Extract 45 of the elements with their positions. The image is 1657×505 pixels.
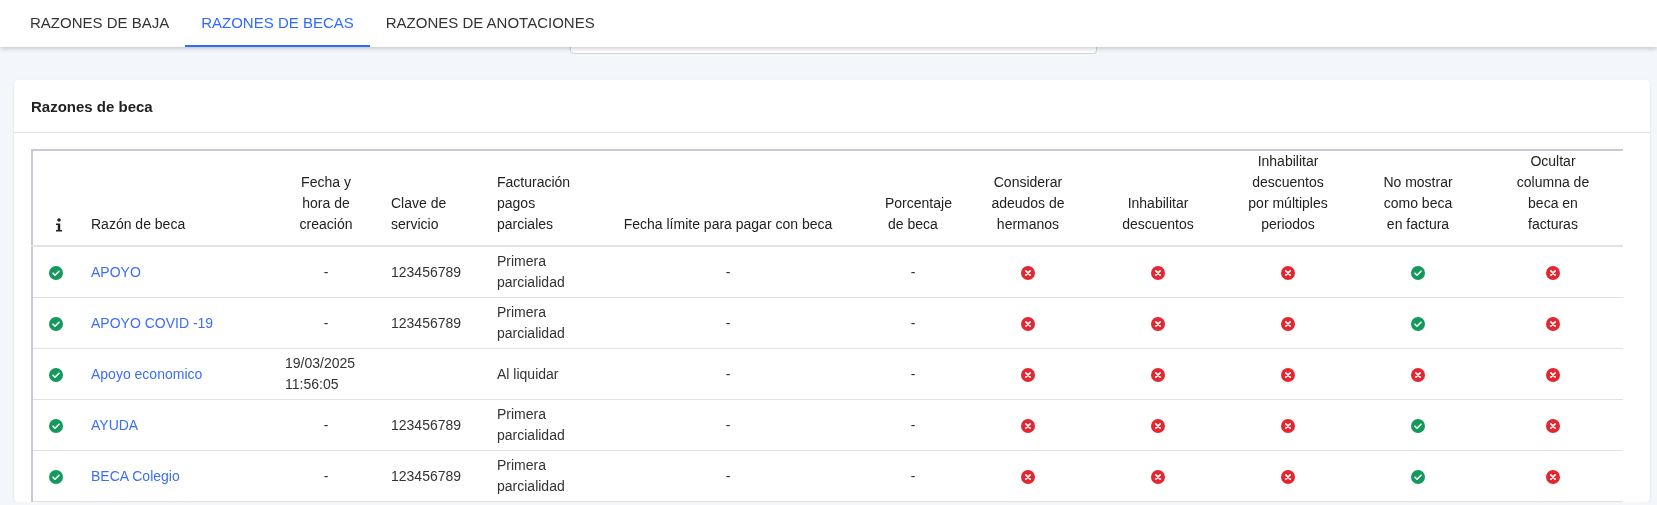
table-cell-text: 123456789 (391, 466, 462, 486)
column-header: Inhabilitar descuentos (1093, 150, 1223, 246)
table-cell-text: 123456789 (391, 262, 462, 282)
reason-link[interactable]: Apoyo economico (91, 365, 203, 382)
table-cell-text: - (725, 364, 731, 384)
table-cell-text: - (725, 313, 731, 333)
table-cell-text: Primera parcialidad (497, 252, 566, 292)
table-cell-text: - (323, 262, 329, 282)
table-cell-text: Primera parcialidad (497, 456, 566, 496)
table-cell-text: - (910, 364, 916, 384)
table-cell-text: Al liquidar (497, 364, 559, 384)
column-header: Facturación pagos parciales (485, 150, 593, 246)
reason-link[interactable]: APOYO (91, 263, 141, 280)
table-cell-text: - (725, 466, 731, 486)
table-cell-text: Primera parcialidad (497, 303, 566, 343)
reason-link[interactable]: APOYO COVID -19 (91, 314, 214, 331)
table-cell-text: - (910, 313, 916, 333)
tab[interactable]: RAZONES DE BECAS (185, 0, 370, 47)
table-cell-text: 19/03/2025 11:56:05 (285, 354, 357, 394)
table-cell-text: - (910, 466, 916, 486)
reason-link[interactable]: AYUDA (91, 416, 139, 433)
table-cell-text: 123456789 (391, 313, 462, 333)
info-icon (55, 218, 63, 233)
table-cell-text: - (725, 262, 731, 282)
table-cell-text: - (323, 466, 329, 486)
tab[interactable]: RAZONES DE ANOTACIONES (369, 0, 611, 47)
tab[interactable]: RAZONES DE BAJA (14, 0, 186, 47)
column-header: No mostrar como beca en factura (1353, 150, 1483, 246)
table-cell-text: - (323, 415, 329, 435)
column-header: Razón de beca (79, 150, 273, 246)
reason-link[interactable]: BECA Colegio (91, 467, 180, 484)
column-header: Inhabilitar descuentos por múltiples periodos (1223, 150, 1353, 246)
column-header: Fecha y hora de creación (273, 150, 379, 246)
table-cell-text: - (910, 415, 916, 435)
table-cell-text: - (725, 415, 731, 435)
column-header: Ocultar columna de beca en facturas (1483, 150, 1623, 246)
table-cell-text: - (323, 313, 329, 333)
table-cell-text: - (910, 262, 916, 282)
card-title: Razones de beca (31, 97, 153, 115)
table-cell-text: Primera parcialidad (497, 405, 566, 445)
column-header: Clave de servicio (379, 150, 485, 246)
column-header: Porcentaje de beca (863, 150, 963, 246)
table-cell-text: 123456789 (391, 415, 462, 435)
column-header: Considerar adeudos de hermanos (963, 150, 1093, 246)
column-header: Fecha límite para pagar con beca (593, 150, 863, 246)
